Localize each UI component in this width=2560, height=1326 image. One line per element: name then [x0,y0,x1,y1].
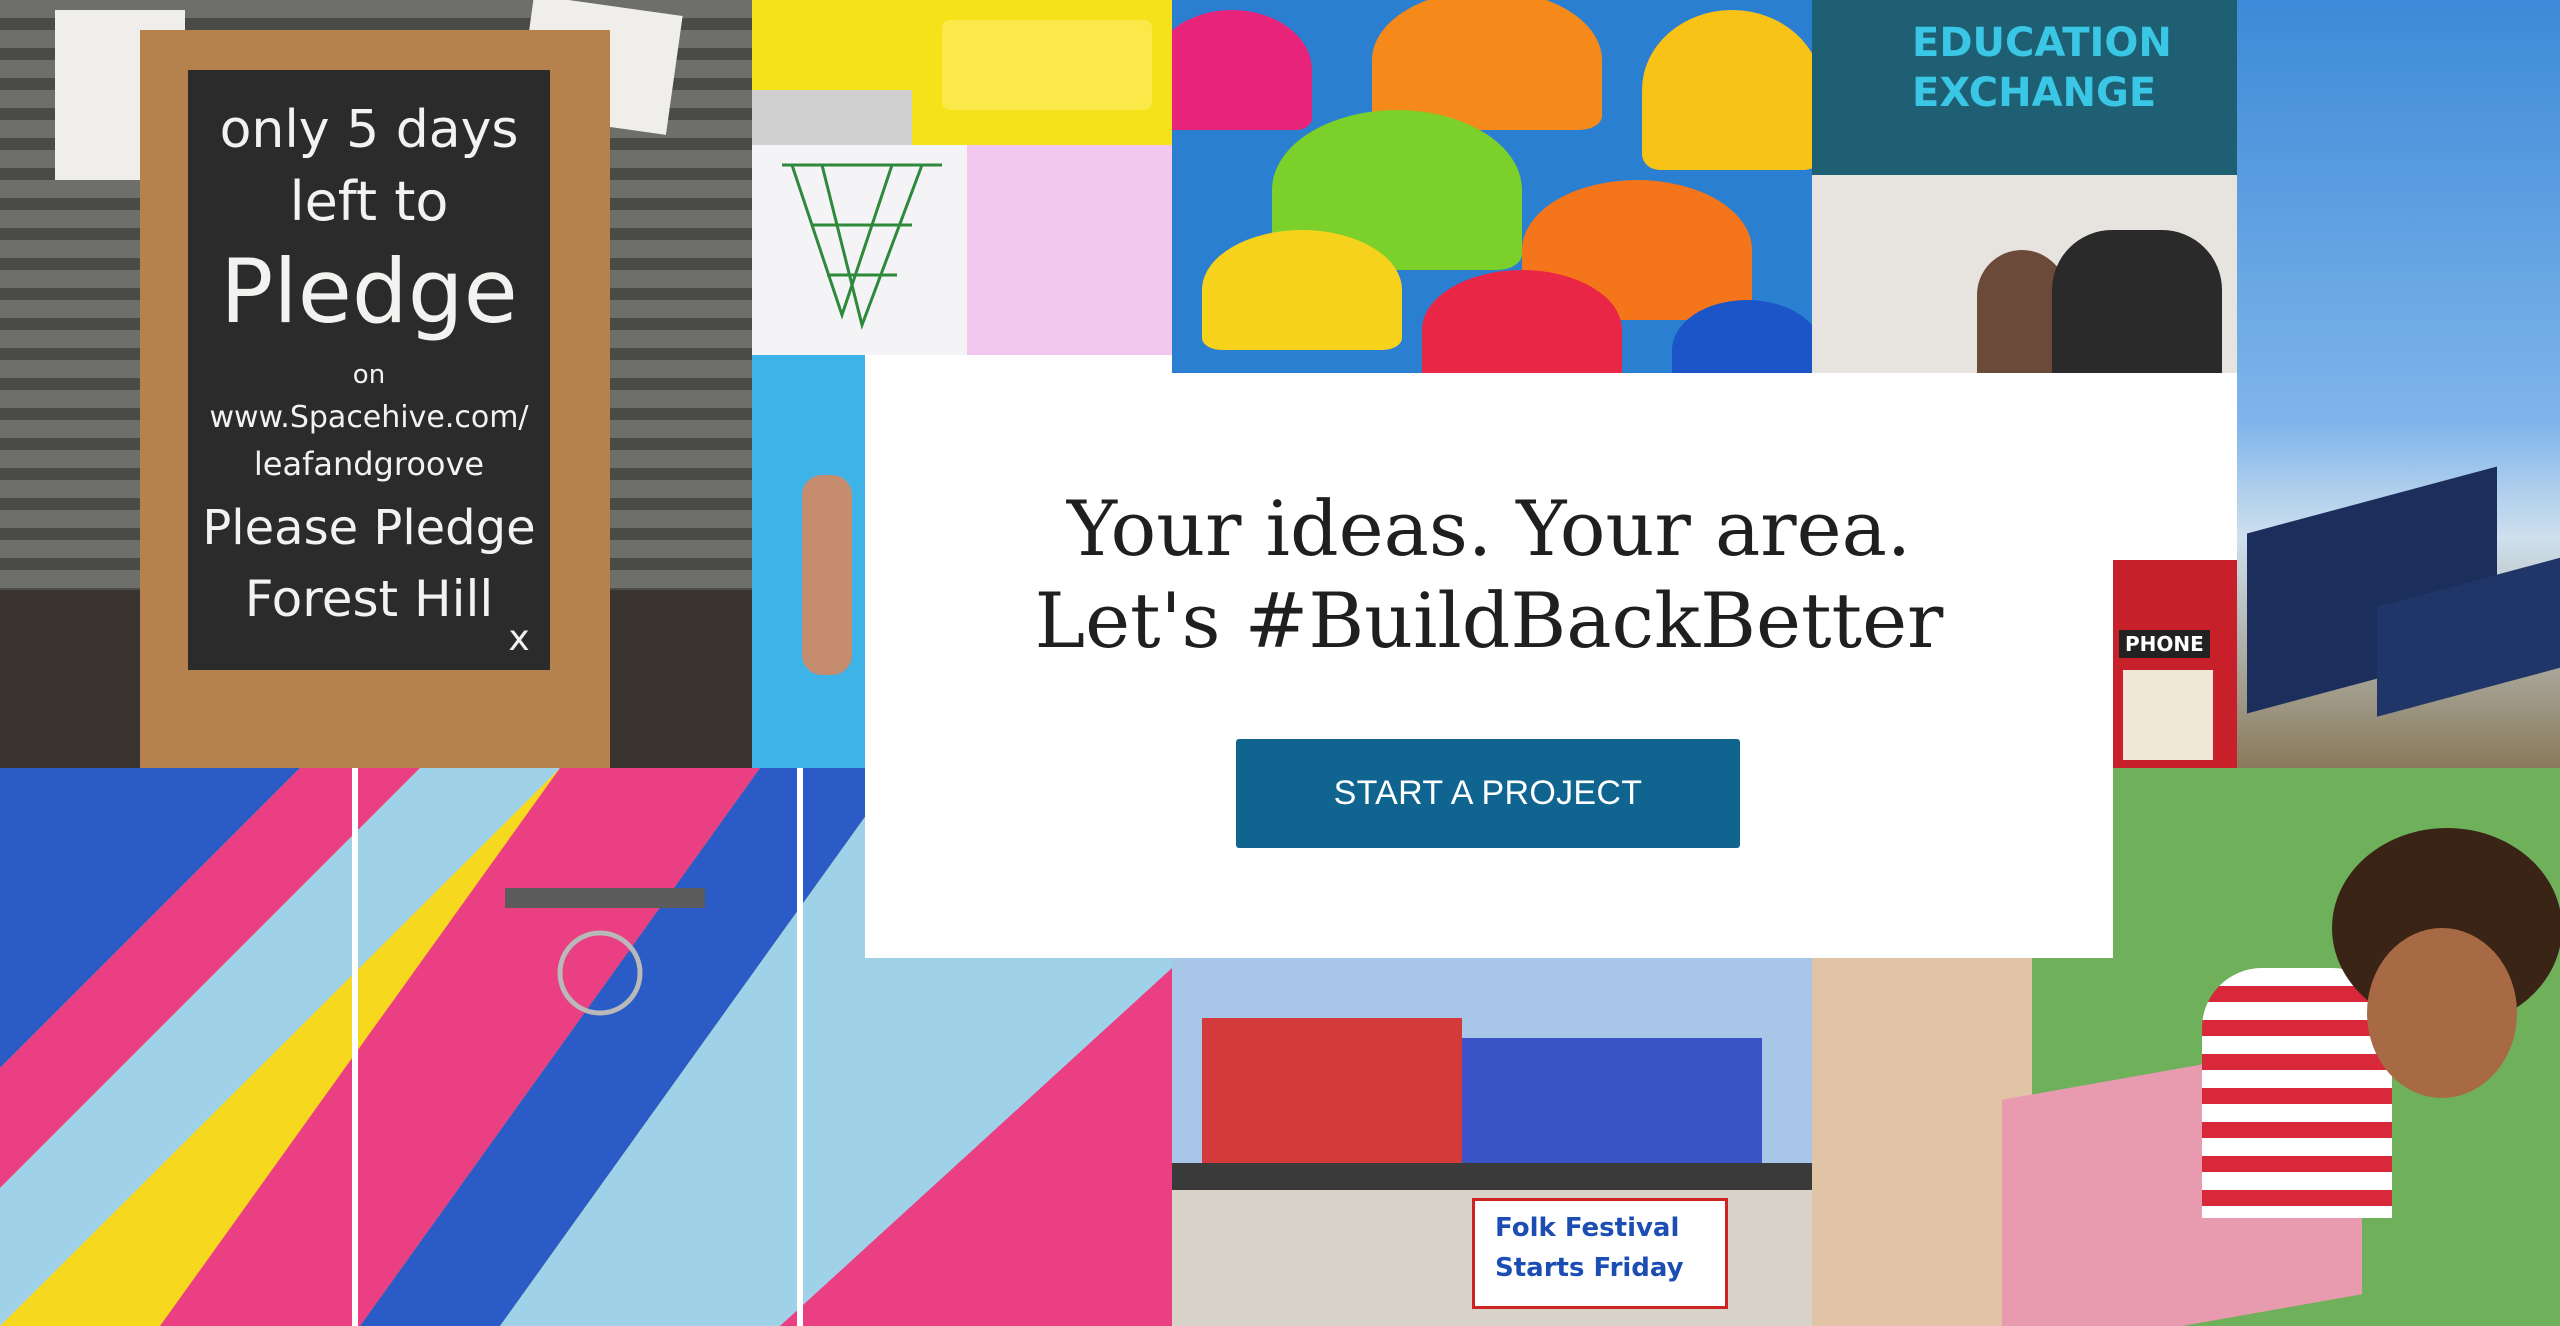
photo-phone-box-library: PHONE [2113,560,2237,768]
photo-paint-roller [752,0,1172,145]
building-1 [1202,1018,1462,1168]
building-2 [1462,1038,1762,1168]
hero-headline-line-1: Your ideas. Your area. [1066,484,1912,573]
hero-card: Your ideas. Your area. Let's #BuildBackB… [865,373,2113,958]
photo-colorful-umbrellas [1172,0,1812,373]
chalk-text-line: on [352,360,386,390]
chalk-text-line: Pledge [220,240,518,343]
umbrella-yellow [1642,10,1812,170]
swimmer [802,475,852,675]
roller [942,20,1152,110]
chalk-text-line: only 5 days [219,100,519,160]
woman-face [2367,928,2517,1098]
start-project-button[interactable]: START A PROJECT [1236,739,1740,848]
chalk-text-line: left to [289,170,449,233]
sign-line: EDUCATION [1912,20,2172,66]
banner-line: Folk Festival [1495,1213,1680,1243]
photo-pink-square [967,145,1172,355]
umbrella-pink [1172,10,1312,130]
photo-swimming-pool [752,355,865,768]
chalk-text-line: Please Pledge [202,500,536,556]
phone-sign: PHONE [2119,630,2210,658]
photo-solar-panels [2237,0,2560,768]
boy-shirt [2202,968,2392,1218]
hero-headline-line-2: Let's #BuildBackBetter [1034,576,1944,665]
person-2 [2052,230,2222,373]
sign-line: EXCHANGE [1912,70,2157,116]
banner-line: Starts Friday [1495,1253,1684,1283]
grey-edge [752,90,912,145]
chalk-text-line: x [508,618,530,659]
net-drawing [782,163,942,331]
easel-frame: only 5 days left to Pledge on www.Spaceh… [140,30,610,768]
bookshelf [2123,670,2213,760]
street [1172,1163,1812,1190]
blurred-foreground [1812,958,2032,1326]
photo-basketball-net [752,145,967,355]
chalkboard: only 5 days left to Pledge on www.Spaceh… [188,70,550,670]
photo-chalkboard-pledge: only 5 days left to Pledge on www.Spaceh… [0,0,752,768]
umbrella-yellow-2 [1202,230,1402,350]
photo-colorful-buildings [1172,958,1812,1190]
chalk-text-line: leafandgroove [253,445,485,483]
sign-board: EDUCATION EXCHANGE [1812,0,2237,175]
festival-banner: Folk Festival Starts Friday [1472,1198,1728,1309]
chalk-text-line: www.Spacehive.com/ [209,400,529,435]
photo-folk-festival: Folk Festival Starts Friday [1172,1190,1812,1326]
photo-education-exchange: EDUCATION EXCHANGE [1812,0,2237,373]
